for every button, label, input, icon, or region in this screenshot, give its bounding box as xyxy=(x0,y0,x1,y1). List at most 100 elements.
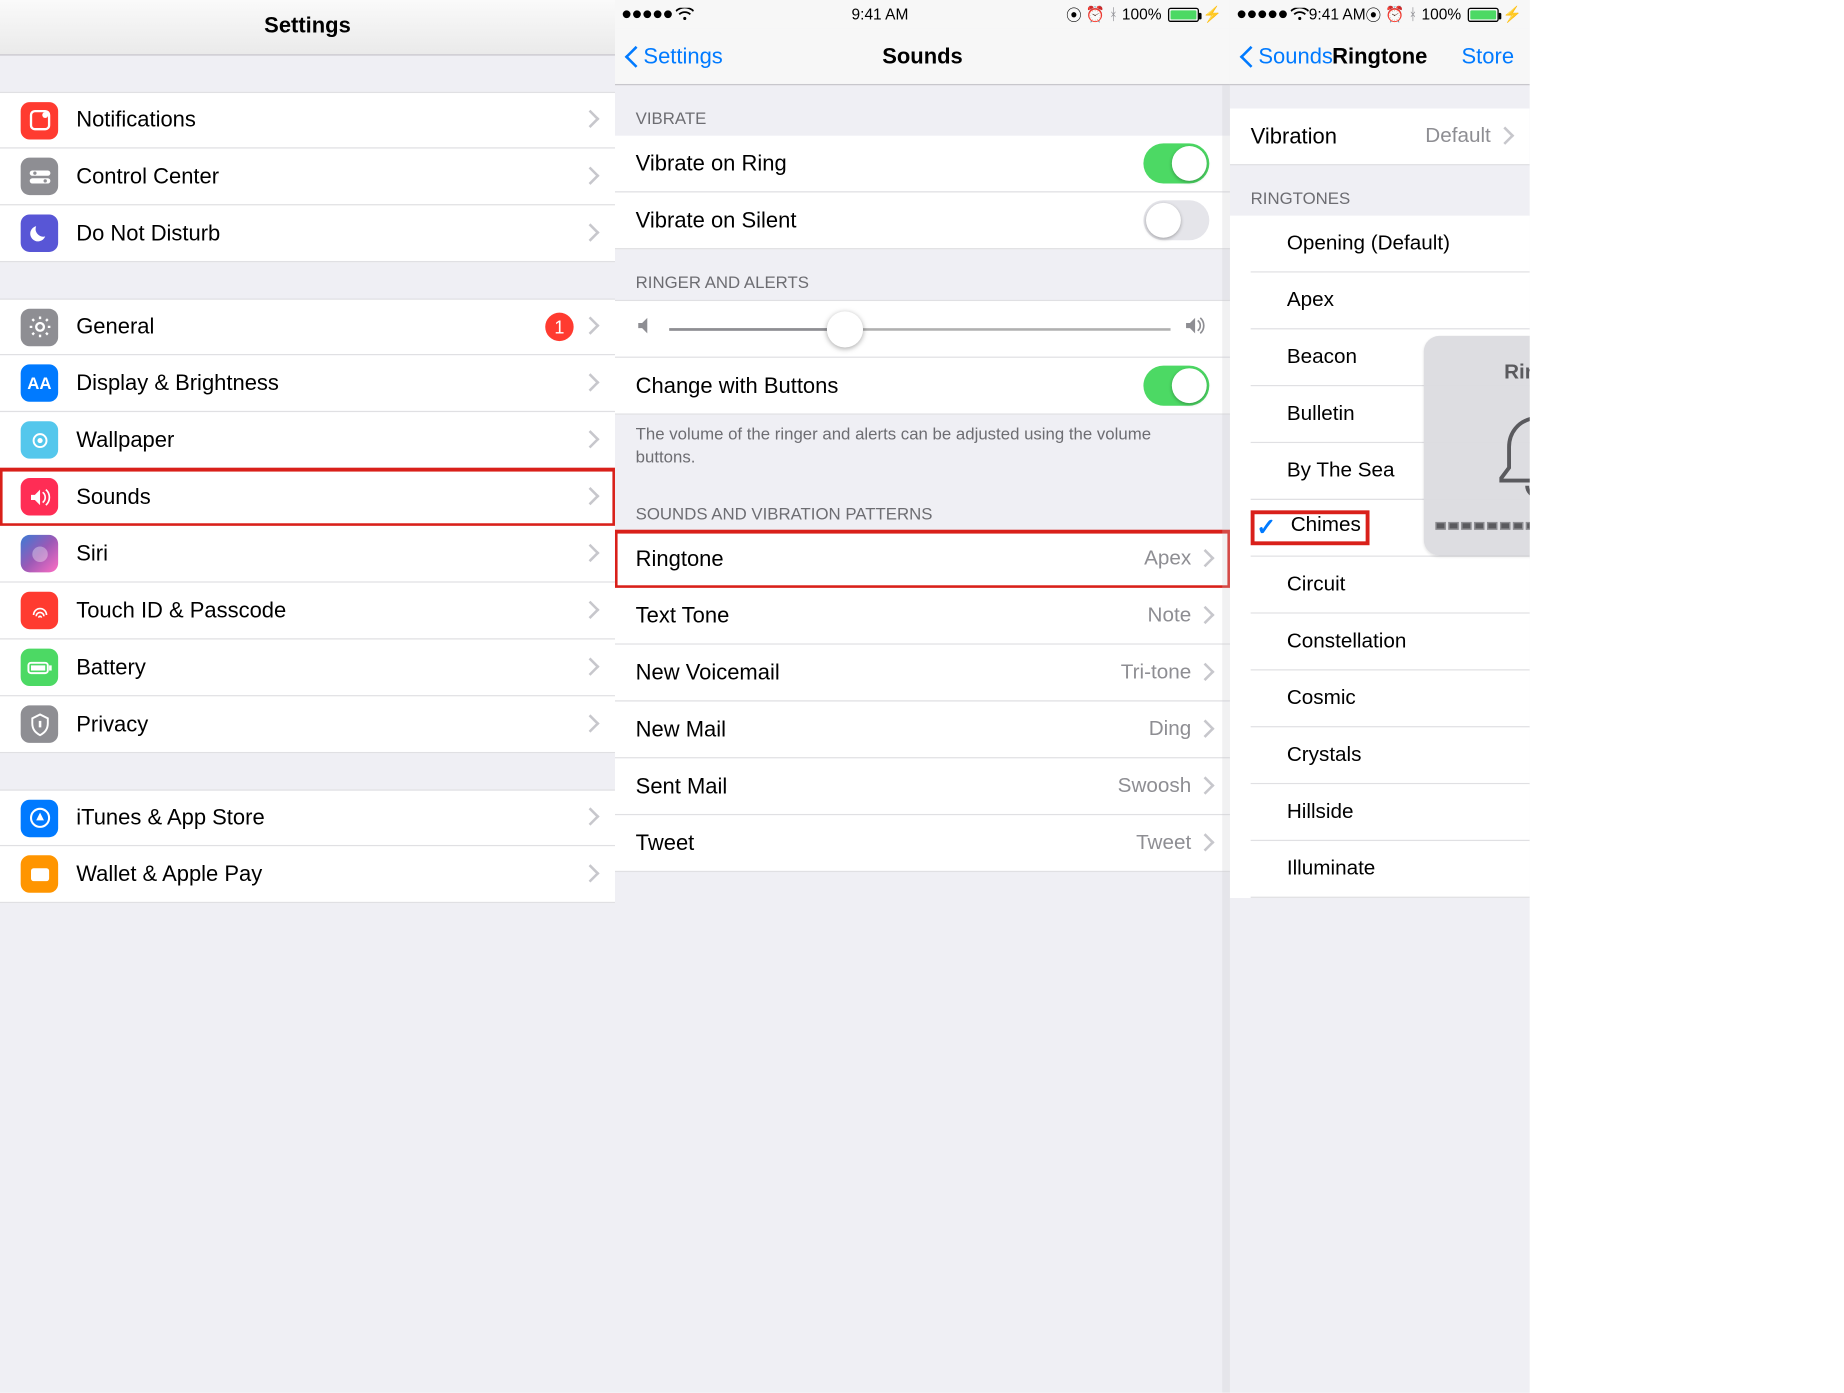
vibrate-on-ring-switch[interactable] xyxy=(1143,143,1209,183)
row-label: Wallet & Apple Pay xyxy=(76,861,584,887)
siri-icon xyxy=(21,535,58,572)
ringtone-item[interactable]: Cosmic xyxy=(1230,671,1530,728)
chevron-right-icon xyxy=(584,225,594,241)
settings-row-siri[interactable]: Siri xyxy=(0,526,615,583)
row-label: Change with Buttons xyxy=(636,373,1144,399)
chevron-right-icon xyxy=(584,810,594,826)
status-time: 9:41 AM xyxy=(1309,5,1366,23)
chevron-left-icon xyxy=(1238,43,1254,69)
row-label: Vibrate on Silent xyxy=(636,207,1144,233)
navbar: Settings Sounds xyxy=(615,28,1230,85)
settings-row-touchid[interactable]: Touch ID & Passcode xyxy=(0,583,615,640)
scrollbar[interactable] xyxy=(1222,85,1230,1393)
chevron-right-icon xyxy=(1199,722,1209,738)
sound-row-tweet[interactable]: TweetTweet xyxy=(615,815,1230,872)
vibrate-on-silent-switch[interactable] xyxy=(1143,200,1209,240)
chevron-right-icon xyxy=(584,546,594,562)
ringtone-label: Illuminate xyxy=(1287,857,1375,880)
row-label: New Voicemail xyxy=(636,660,1121,686)
ringtone-item[interactable]: Constellation xyxy=(1230,614,1530,671)
settings-row-battery[interactable]: Battery xyxy=(0,640,615,697)
chevron-right-icon xyxy=(584,319,594,335)
volume-slider[interactable] xyxy=(669,328,1170,331)
chevron-right-icon xyxy=(584,432,594,448)
settings-row-wallet[interactable]: Wallet & Apple Pay xyxy=(0,846,615,903)
section-header-patterns: Sounds and Vibration Patterns xyxy=(615,481,1230,531)
chevron-right-icon xyxy=(1199,608,1209,624)
volume-slider-row[interactable] xyxy=(615,300,1230,358)
settings-row-dnd[interactable]: Do Not Disturb xyxy=(0,205,615,262)
settings-row-wallpaper[interactable]: Wallpaper xyxy=(0,412,615,469)
ringtone-item[interactable]: Hillside xyxy=(1230,784,1530,841)
charging-icon: ⚡ xyxy=(1203,5,1222,23)
battery-percent: 100% xyxy=(1421,5,1461,23)
change-with-buttons-row[interactable]: Change with Buttons xyxy=(615,358,1230,415)
wifi-icon xyxy=(676,8,694,21)
back-button[interactable]: Sounds xyxy=(1238,43,1333,69)
wallet-icon xyxy=(21,855,58,892)
ringer-hud: Ringer xyxy=(1424,336,1530,556)
wallpaper-icon xyxy=(21,421,58,458)
battery-icon xyxy=(1168,7,1199,21)
section-header-ringtones: Ringtones xyxy=(1230,165,1530,215)
ringtone-item[interactable]: Apex xyxy=(1230,273,1530,330)
ringtone-item[interactable]: Illuminate xyxy=(1230,841,1530,898)
sounds-icon xyxy=(21,478,58,515)
ringtone-label: Constellation xyxy=(1287,630,1407,653)
row-label: Sounds xyxy=(76,484,584,510)
settings-row-general[interactable]: General1 xyxy=(0,298,615,355)
settings-row-appstore[interactable]: iTunes & App Store xyxy=(0,789,615,846)
control-center-icon xyxy=(21,158,58,195)
chevron-right-icon xyxy=(1499,129,1509,145)
battery-percent: 100% xyxy=(1122,5,1162,23)
hud-volume-bars xyxy=(1435,522,1530,530)
sound-row-texttone[interactable]: Text ToneNote xyxy=(615,588,1230,645)
battery-icon xyxy=(1468,7,1499,21)
back-label: Sounds xyxy=(1258,43,1333,69)
sound-row-ringtone[interactable]: RingtoneApex xyxy=(615,531,1230,588)
row-label: Tweet xyxy=(636,830,1136,856)
badge: 1 xyxy=(545,313,573,341)
sound-row-sentmail[interactable]: Sent MailSwoosh xyxy=(615,759,1230,816)
bluetooth-icon: ᚼ xyxy=(1408,5,1417,23)
chevron-right-icon xyxy=(584,112,594,128)
settings-row-notifications[interactable]: Notifications xyxy=(0,92,615,149)
vibrate-on-ring-row[interactable]: Vibrate on Ring xyxy=(615,136,1230,193)
status-bar: 9:41 AM ⦿ ⏰ ᚼ 100% ⚡ xyxy=(615,0,1230,28)
chevron-right-icon xyxy=(1199,665,1209,681)
sound-row-voicemail[interactable]: New VoicemailTri-tone xyxy=(615,645,1230,702)
settings-row-privacy[interactable]: Privacy xyxy=(0,696,615,753)
ringtone-label: Apex xyxy=(1287,289,1334,312)
vibration-row[interactable]: Vibration Default xyxy=(1230,109,1530,166)
section-header-ringer: Ringer and Alerts xyxy=(615,249,1230,299)
ringtone-item[interactable]: Opening (Default) xyxy=(1230,216,1530,273)
alarm-icon: ⏰ xyxy=(1385,5,1404,23)
chevron-right-icon xyxy=(1199,552,1209,568)
ringtone-item[interactable]: Circuit xyxy=(1230,557,1530,614)
ringtone-label: Bulletin xyxy=(1287,402,1355,425)
chevron-right-icon xyxy=(584,716,594,732)
chevron-right-icon xyxy=(584,489,594,505)
settings-panel: Settings NotificationsControl CenterDo N… xyxy=(0,0,615,1393)
row-detail: Apex xyxy=(1144,548,1191,571)
store-button[interactable]: Store xyxy=(1462,43,1515,69)
row-detail: Swoosh xyxy=(1118,775,1192,798)
bluetooth-icon: ᚼ xyxy=(1109,5,1118,23)
row-label: Touch ID & Passcode xyxy=(76,598,584,624)
sound-row-newmail[interactable]: New MailDing xyxy=(615,702,1230,759)
ringtone-label: Opening (Default) xyxy=(1287,232,1450,255)
navbar: Sounds Ringtone Store xyxy=(1230,28,1530,85)
change-with-buttons-switch[interactable] xyxy=(1143,366,1209,406)
settings-row-sounds[interactable]: Sounds xyxy=(0,469,615,526)
chevron-right-icon xyxy=(584,169,594,185)
row-label: Privacy xyxy=(76,711,584,737)
settings-row-control-center[interactable]: Control Center xyxy=(0,149,615,206)
display-icon: AA xyxy=(21,364,58,401)
row-label: General xyxy=(76,314,545,340)
chevron-left-icon xyxy=(623,43,639,69)
vibrate-on-silent-row[interactable]: Vibrate on Silent xyxy=(615,193,1230,250)
back-button[interactable]: Settings xyxy=(623,43,723,69)
settings-row-display[interactable]: AADisplay & Brightness xyxy=(0,355,615,412)
row-detail: Ding xyxy=(1149,718,1192,741)
ringtone-item[interactable]: Crystals xyxy=(1230,727,1530,784)
